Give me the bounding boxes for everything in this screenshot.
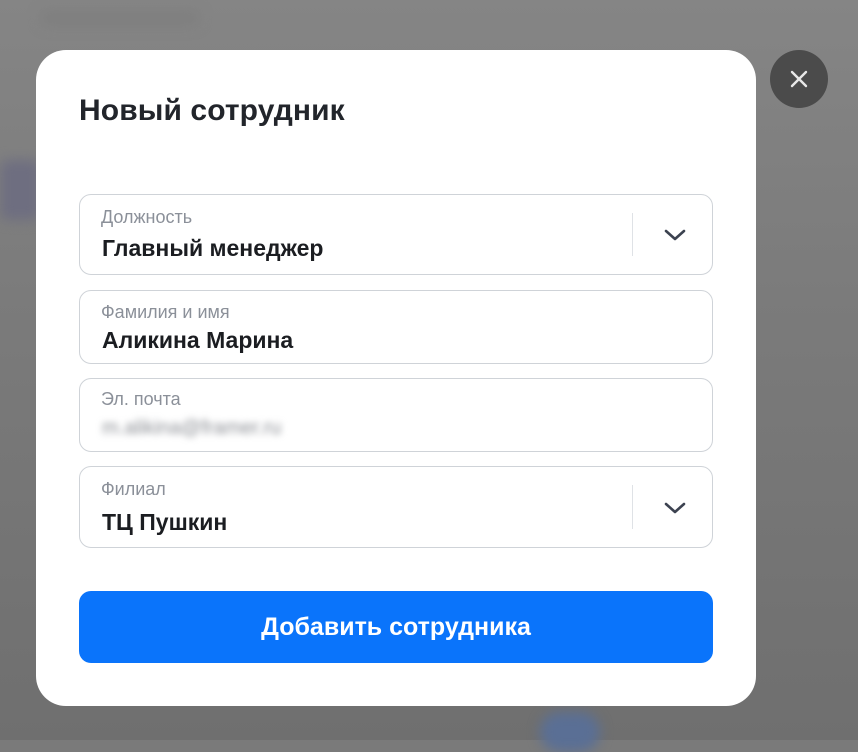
modal-title: Новый сотрудник bbox=[79, 94, 345, 127]
position-label: Должность bbox=[101, 207, 193, 227]
background-content bbox=[0, 160, 40, 220]
email-field[interactable]: Эл. почта m.alikina@framer.ru bbox=[79, 378, 713, 452]
position-select[interactable]: Должность Главный менеджер bbox=[79, 194, 713, 275]
background-content bbox=[540, 712, 600, 752]
new-employee-modal: Новый сотрудник Должность Главный менедж… bbox=[36, 50, 756, 706]
close-icon bbox=[789, 69, 809, 89]
add-employee-button[interactable]: Добавить сотрудника bbox=[79, 591, 713, 663]
close-button[interactable] bbox=[770, 50, 828, 108]
select-divider bbox=[632, 213, 633, 256]
name-field[interactable]: Фамилия и имя Аликина Марина bbox=[79, 290, 713, 364]
background-content bbox=[40, 10, 200, 26]
chevron-down-icon[interactable] bbox=[660, 220, 690, 250]
email-value: m.alikina@framer.ru bbox=[102, 417, 282, 439]
branch-select[interactable]: Филиал ТЦ Пушкин bbox=[79, 466, 713, 548]
name-value: Аликина Марина bbox=[102, 327, 294, 353]
email-label: Эл. почта bbox=[101, 389, 181, 409]
branch-value: ТЦ Пушкин bbox=[102, 509, 228, 535]
branch-label: Филиал bbox=[101, 479, 166, 499]
name-label: Фамилия и имя bbox=[101, 302, 230, 322]
select-divider bbox=[632, 485, 633, 529]
position-value: Главный менеджер bbox=[102, 235, 324, 261]
chevron-down-icon[interactable] bbox=[660, 493, 690, 523]
